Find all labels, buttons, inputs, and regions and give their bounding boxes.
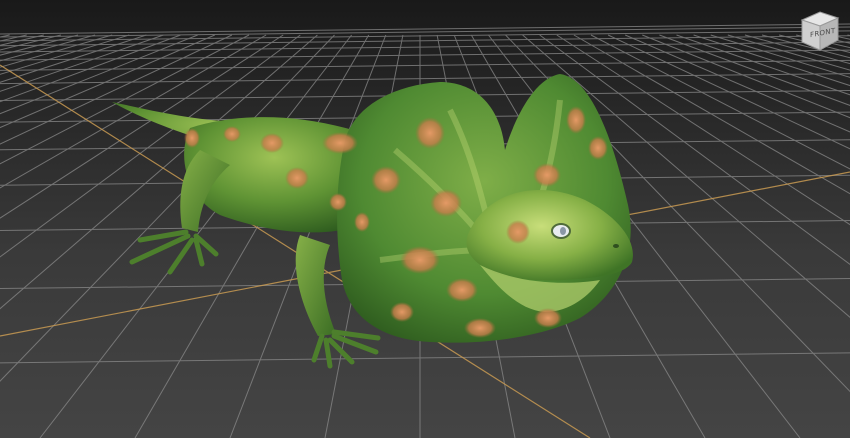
grid-line [830, 34, 850, 40]
grid-line [778, 34, 850, 53]
grid-line [710, 34, 850, 78]
grid-line [813, 34, 850, 44]
grid-line [0, 34, 284, 219]
lizard-back-foot [129, 229, 219, 275]
viewport-canvas[interactable] [0, 0, 850, 438]
grid-line [0, 34, 44, 46]
grid-line [659, 34, 850, 106]
grid-line [0, 352, 850, 364]
viewcube[interactable]: FRONT [796, 6, 844, 54]
grid-line [0, 34, 10, 38]
grid-line [744, 34, 850, 65]
3d-viewport[interactable]: FRONT [0, 0, 850, 438]
grid-line [0, 34, 164, 92]
grid-line [0, 34, 130, 75]
grid-line [0, 34, 250, 165]
lizard-front-leg [295, 235, 336, 336]
grid-line [642, 34, 850, 119]
grid-line [0, 34, 79, 56]
lizard-pupil [560, 227, 566, 235]
lizard-nostril [613, 244, 619, 248]
grid-line [0, 59, 850, 71]
grid-line [0, 73, 850, 85]
grid-line [0, 34, 62, 51]
frilled-lizard-model[interactable] [112, 74, 633, 369]
grid-line [0, 34, 147, 83]
grid-line [693, 34, 850, 87]
grid-line [727, 34, 850, 71]
lizard-front-foot [311, 329, 381, 369]
